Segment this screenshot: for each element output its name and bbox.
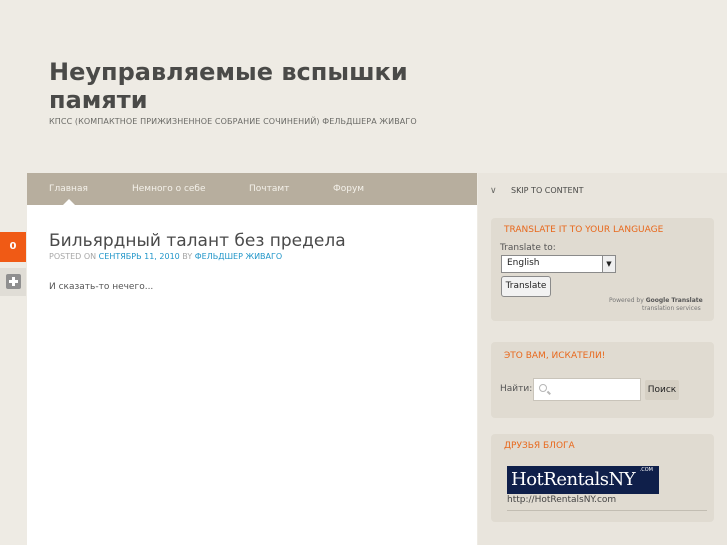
- search-widget-title: Это вам, искатели!: [504, 351, 606, 361]
- search-button[interactable]: Поиск: [645, 380, 679, 400]
- chevron-down-icon: ∨: [490, 186, 497, 196]
- share-count-badge[interactable]: 0: [0, 232, 26, 262]
- plus-icon: [6, 274, 21, 289]
- post-meta-by: by: [182, 252, 193, 261]
- post-title[interactable]: Бильярдный талант без предела: [49, 231, 346, 251]
- main-nav: Главная Немного о себе Почтамт Форум: [27, 173, 477, 205]
- powered-by-text: Powered by Google Translate: [609, 297, 703, 304]
- translate-widget-title: Translate it to your language: [504, 225, 664, 235]
- dropdown-arrow-icon: ▼: [602, 256, 615, 272]
- widget-divider: [507, 510, 707, 511]
- search-icon: [539, 384, 547, 392]
- google-translate-link[interactable]: Google Translate: [646, 297, 703, 304]
- search-input[interactable]: [533, 378, 641, 401]
- language-select-value: English: [507, 258, 540, 268]
- language-select[interactable]: English ▼: [501, 255, 616, 273]
- banner-logo-text: HotRentalsNY: [511, 469, 636, 490]
- nav-item-post-office[interactable]: Почтамт: [249, 173, 289, 205]
- hotrentalsny-banner[interactable]: HotRentalsNY .COM: [507, 466, 659, 494]
- translate-to-label: Translate to:: [500, 243, 556, 253]
- share-button[interactable]: [0, 268, 26, 296]
- skip-to-content-link[interactable]: Skip to content: [511, 186, 583, 195]
- post-body: И сказать-то нечего...: [49, 282, 154, 292]
- post-meta-posted: Posted on: [49, 252, 97, 261]
- search-label: Найти:: [500, 384, 533, 394]
- translate-button[interactable]: Translate: [501, 276, 551, 297]
- post-meta: Posted on Сентябрь 11, 2010 by Фельдшер …: [49, 252, 282, 261]
- nav-item-about[interactable]: Немного о себе: [132, 173, 206, 205]
- banner-dotcom: .COM: [639, 467, 653, 473]
- site-title[interactable]: Неуправляемые вспышки памяти: [49, 58, 449, 114]
- powered-by-label: Powered by: [609, 297, 644, 304]
- site-description: КПСС (Компактное Прижизненное Собрание С…: [49, 117, 417, 126]
- friends-widget-title: Друзья блога: [504, 441, 575, 451]
- post-author-link[interactable]: Фельдшер Живаго: [195, 252, 282, 261]
- nav-item-forum[interactable]: Форум: [333, 173, 364, 205]
- banner-url-link[interactable]: http://HotRentalsNY.com: [507, 495, 616, 505]
- post-date-link[interactable]: Сентябрь 11, 2010: [99, 252, 180, 261]
- translation-services-text: translation services: [642, 305, 701, 312]
